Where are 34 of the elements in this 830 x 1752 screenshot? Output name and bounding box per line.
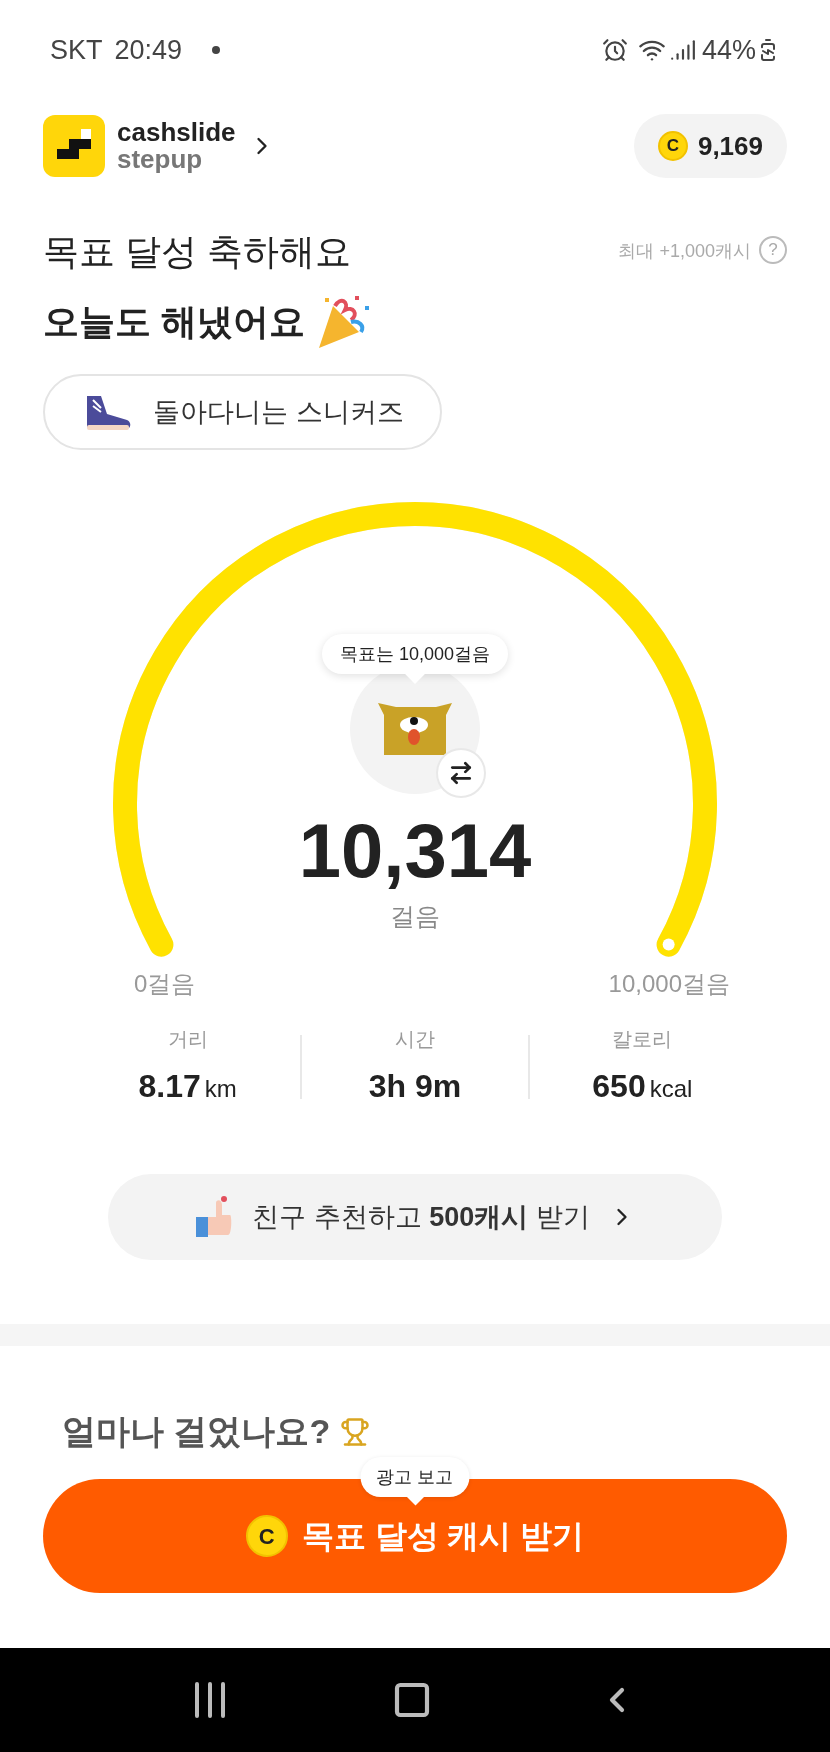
stat-value: 3h 9m (368, 1067, 462, 1106)
recent-apps-icon[interactable] (192, 1682, 227, 1718)
stat-value: 650 (592, 1067, 646, 1106)
app-logo (43, 115, 105, 177)
brand-subname: stepup (117, 146, 204, 173)
min-label: 0걸음 (134, 969, 196, 999)
stat-label: 시간 (395, 1027, 435, 1052)
step-count: 10,314 (298, 807, 532, 895)
referral-banner[interactable]: 친구 추천하고 500캐시 받기 (108, 1174, 722, 1260)
alarm-icon (601, 37, 628, 63)
trophy-icon (340, 1416, 371, 1447)
stat-label: 칼로리 (612, 1027, 673, 1052)
brand-name: cashslide (117, 119, 236, 146)
clock-time: 20:49 (114, 33, 183, 67)
max-label: 10,000걸음 (608, 969, 730, 999)
coin-icon: C (245, 1515, 288, 1557)
swap-button[interactable] (436, 748, 486, 798)
coin-icon: C (657, 131, 688, 161)
carrier-label: SKT (50, 33, 103, 67)
stat-label: 거리 (167, 1027, 208, 1052)
coin-balance[interactable]: C 9,169 (633, 114, 787, 178)
stat-value: 8.17 (138, 1067, 201, 1106)
badge-chip[interactable]: 돌아다니는 스니커즈 (43, 374, 442, 450)
swap-icon (448, 760, 474, 786)
battery-percent: 44% (701, 33, 756, 67)
step-unit: 걸음 (390, 901, 440, 932)
section-heading: 얼마나 걸었나요? (62, 1411, 331, 1452)
greeting-title: 목표 달성 축하해요 (43, 230, 352, 274)
greeting-subtitle: 오늘도 해냈어요 (43, 300, 305, 344)
max-reward-label: 최대 +1,000캐시 (618, 240, 751, 263)
stat-unit: km (204, 1074, 237, 1104)
stat-unit: kcal (649, 1074, 693, 1104)
home-icon[interactable] (392, 1680, 432, 1720)
signal-icon (669, 37, 696, 63)
